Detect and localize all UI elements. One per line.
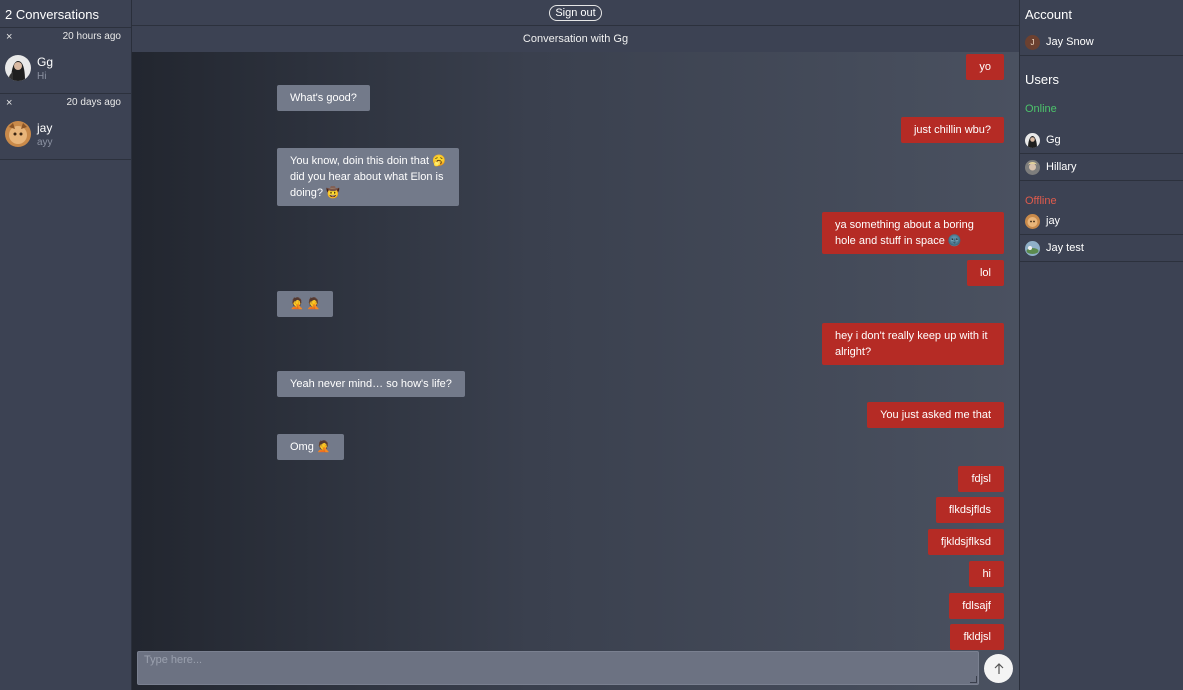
avatar <box>5 55 31 81</box>
user-name: Hillary <box>1046 161 1077 173</box>
message-bubble-theirs: What's good? <box>277 85 370 111</box>
users-heading: Users <box>1025 72 1059 87</box>
avatar <box>1025 132 1040 148</box>
conversation-name: jay <box>37 121 53 135</box>
user-item-gg[interactable]: Gg <box>1020 127 1183 154</box>
message-bubble-mine: just chillin wbu? <box>900 117 1004 143</box>
send-button[interactable] <box>984 654 1013 683</box>
message-bubble-mine: fdlsajf <box>949 593 1004 619</box>
account-name: Jay Snow <box>1046 36 1094 48</box>
user-name: Jay test <box>1046 242 1084 254</box>
online-label: Online <box>1025 103 1057 115</box>
conversation-time: 20 hours ago <box>62 31 121 42</box>
arrow-up-icon <box>994 662 1003 674</box>
message-bubble-mine: You just asked me that <box>867 402 1004 428</box>
conversation-name: Gg <box>37 55 54 69</box>
user-item-jay[interactable]: jay <box>1020 208 1183 235</box>
user-name: Gg <box>1046 134 1061 146</box>
message-bubble-mine: ya something about a boring hole and stu… <box>822 212 1004 254</box>
account-user[interactable]: J Jay Snow <box>1020 29 1183 56</box>
conversations-count: 2 Conversations <box>5 7 99 22</box>
top-bar: Sign out <box>132 0 1019 26</box>
conversation-last-message: Hi <box>37 71 47 82</box>
message-bubble-theirs: Omg 🤦 <box>277 434 344 460</box>
message-bubble-mine: fkldjsl <box>950 624 1004 650</box>
message-bubble-mine: yo <box>966 54 1004 80</box>
message-bubble-mine: hi <box>969 561 1004 587</box>
message-bubble-theirs: You know, doin this doin that 🥱 did you … <box>277 148 459 206</box>
close-icon[interactable]: × <box>6 97 12 109</box>
avatar <box>1025 240 1040 256</box>
message-bubble-mine: flkdsjflds <box>935 497 1004 523</box>
conversation-item-jay[interactable]: × 20 days ago jay ayy <box>0 93 131 159</box>
avatar <box>1025 159 1040 175</box>
conversation-time: 20 days ago <box>66 97 122 108</box>
conversations-sidebar: 2 Conversations × 20 hours ago Gg Hi × 2… <box>0 0 132 690</box>
message-bubble-theirs: Yeah never mind… so how's life? <box>277 371 465 397</box>
conversation-item-gg[interactable]: × 20 hours ago Gg Hi <box>0 27 131 93</box>
message-bubble-theirs: 🤦 🤦 <box>277 291 334 317</box>
message-input[interactable]: Type here... <box>137 651 979 685</box>
message-bubble-mine: fjkldsjflksd <box>927 529 1004 555</box>
message-bubble-mine: lol <box>966 260 1004 286</box>
account-heading: Account <box>1025 7 1072 22</box>
message-bubble-mine: fdjsl <box>958 466 1004 492</box>
message-bubble-mine: hey i don't really keep up with it alrig… <box>822 323 1004 365</box>
avatar <box>1025 213 1040 229</box>
avatar <box>5 121 31 147</box>
conversation-last-message: ayy <box>37 137 53 148</box>
user-item-hillary[interactable]: Hillary <box>1020 154 1183 181</box>
sign-out-button[interactable]: Sign out <box>549 4 602 21</box>
user-name: jay <box>1046 215 1061 227</box>
divider <box>0 159 131 160</box>
chat-app: 2 Conversations × 20 hours ago Gg Hi × 2… <box>0 0 1183 690</box>
user-item-jay-test[interactable]: Jay test <box>1020 235 1183 262</box>
close-icon[interactable]: × <box>6 31 12 43</box>
avatar: J <box>1025 34 1040 50</box>
users-sidebar: Account J Jay Snow Users Online Gg Hilla… <box>1019 0 1183 690</box>
conversation-title: Conversation with Gg <box>132 26 1019 52</box>
chat-panel: Sign out Conversation with Gg yo What's … <box>132 0 1019 690</box>
